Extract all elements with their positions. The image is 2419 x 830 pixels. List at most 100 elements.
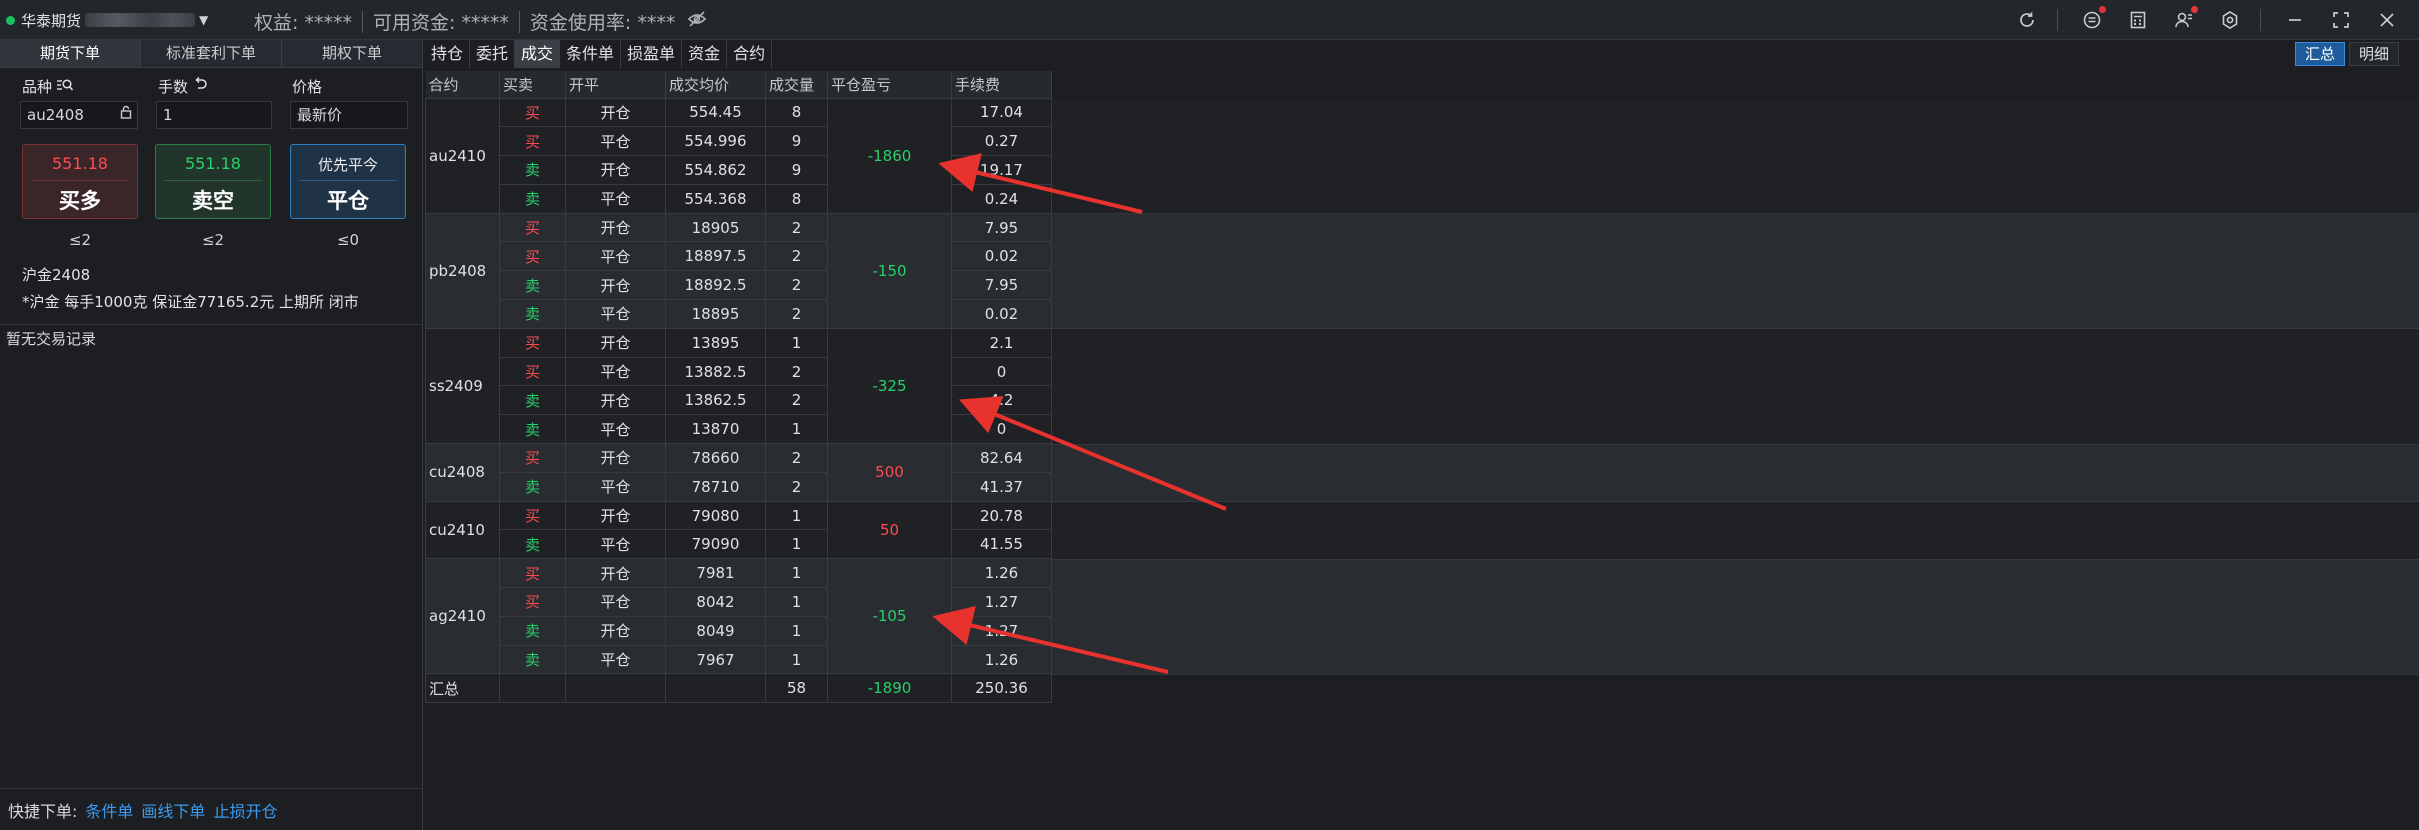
cell-fee: 7.95 — [951, 212, 1052, 243]
col-side[interactable]: 买卖 — [499, 71, 566, 98]
table-row[interactable]: 卖开仓 8049 1 1.27 — [426, 615, 1052, 646]
user-settings-icon[interactable] — [2172, 6, 2198, 32]
cell-avg-price: 18897.5 — [665, 241, 766, 272]
table-row[interactable]: 买平仓 554.996 9 0.27 — [426, 126, 1052, 157]
col-close-pnl[interactable]: 平仓盈亏 — [827, 71, 952, 98]
table-row[interactable]: 买平仓 18897.5 2 0.02 — [426, 241, 1052, 272]
col-contract[interactable]: 合约 — [425, 71, 500, 98]
symbol-input-value: au2408 — [27, 106, 84, 124]
table-row[interactable]: 卖平仓 554.368 8 0.24 — [426, 183, 1052, 214]
table-row[interactable]: 卖开仓 554.862 9 19.17 — [426, 155, 1052, 185]
table-row[interactable]: cu2408 买开仓 78660 2 500 82.64 — [425, 443, 1052, 502]
tab-orders[interactable]: 委托 — [470, 40, 516, 68]
cell-open-close: 开仓 — [565, 327, 666, 358]
tab-conditional-orders[interactable]: 条件单 — [560, 40, 622, 68]
close-icon[interactable] — [2375, 8, 2399, 32]
tab-stop-orders[interactable]: 损盈单 — [621, 40, 683, 68]
cell-side: 买 — [499, 97, 566, 128]
tab-contracts[interactable]: 合约 — [727, 40, 773, 68]
refresh-icon[interactable] — [2015, 8, 2039, 32]
table-row[interactable]: 卖平仓 13870 1 0 — [426, 414, 1052, 445]
minimize-icon[interactable] — [2283, 8, 2307, 32]
close-position-label: 平仓 — [327, 189, 369, 213]
cell-side: 卖 — [499, 270, 566, 301]
window-toolbar — [1993, 6, 2399, 32]
stop-loss-open-link[interactable]: 止损开仓 — [213, 798, 277, 822]
trades-table: 合约 买卖 开平 成交均价 成交量 平仓盈亏 手续费 au2410 买开仓 554.… — [425, 71, 1052, 704]
qty-input[interactable]: 1 — [156, 101, 272, 129]
chevron-down-icon[interactable]: ▼ — [199, 13, 208, 27]
col-avg-price[interactable]: 成交均价 — [665, 71, 766, 98]
cell-side: 买 — [499, 241, 566, 272]
tab-arbitrage-order[interactable]: 标准套利下单 — [141, 40, 282, 67]
row-band — [1050, 502, 2419, 560]
cell-total-pnl: -1890 — [827, 673, 952, 704]
cell-fee: 0.24 — [951, 183, 1052, 214]
price-select[interactable]: 最新价 — [290, 101, 408, 129]
cell-fee: 17.04 — [951, 97, 1052, 128]
buy-long-button[interactable]: 551.18 买多 — [22, 144, 138, 219]
sell-max-qty: ≤2 — [201, 231, 225, 249]
table-row[interactable]: au2410 买开仓 554.45 8 -1860 17.04 — [425, 97, 1052, 214]
table-row[interactable]: cu2410 买开仓 79080 1 50 20.78 — [425, 500, 1052, 560]
table-row[interactable]: pb2408 买开仓 18905 2 -150 7.95 — [425, 212, 1052, 329]
tab-futures-order[interactable]: 期货下单 — [0, 40, 141, 67]
table-row[interactable]: ss2409 买开仓 13895 1 -325 2.1 — [425, 327, 1052, 445]
cell-close-pnl: -1860 — [827, 97, 952, 214]
symbol-input[interactable]: au2408 — [20, 101, 138, 129]
col-volume[interactable]: 成交量 — [765, 71, 828, 98]
detail-view-button[interactable]: 明细 — [2348, 42, 2399, 66]
tab-options-order[interactable]: 期权下单 — [282, 40, 422, 67]
row-band — [1050, 99, 2419, 215]
table-row[interactable]: 买平仓 8042 1 1.27 — [426, 587, 1052, 617]
cell-open-close: 开仓 — [565, 500, 666, 531]
reset-icon[interactable] — [193, 76, 208, 96]
lock-icon[interactable] — [120, 102, 132, 128]
table-row[interactable]: 卖平仓 18895 2 0.02 — [426, 299, 1052, 329]
cell-avg-price: 8049 — [665, 615, 766, 646]
tab-funds[interactable]: 资金 — [682, 40, 728, 68]
calculator-icon[interactable] — [2126, 8, 2150, 32]
cell-side: 卖 — [499, 615, 566, 646]
table-row[interactable]: ag2410 买开仓 7981 1 -105 1.26 — [425, 558, 1052, 675]
equity-label: 权益: ***** — [254, 12, 352, 34]
cell-avg-price: 7967 — [665, 644, 766, 675]
maximize-icon[interactable] — [2329, 8, 2353, 32]
tab-positions[interactable]: 持仓 — [425, 40, 471, 68]
account-selector[interactable]: 华泰期货 ▼ — [6, 10, 208, 30]
cell-total-fee: 250.36 — [951, 673, 1052, 704]
sell-short-button[interactable]: 551.18 卖空 — [155, 144, 271, 219]
table-row[interactable]: 卖平仓 7967 1 1.26 — [426, 644, 1052, 675]
cell-volume: 2 — [765, 270, 828, 301]
cell-side: 买 — [499, 443, 566, 473]
notification-dot — [2191, 6, 2198, 13]
cell-close-pnl: 50 — [827, 500, 952, 560]
close-position-button[interactable]: 优先平今 平仓 — [290, 144, 406, 219]
table-row[interactable]: 卖平仓 78710 2 41.37 — [426, 471, 1052, 502]
divider — [31, 180, 129, 181]
tab-trades[interactable]: 成交 — [515, 40, 561, 68]
cell-contract: au2410 — [425, 97, 500, 214]
cell-total-volume: 58 — [765, 673, 828, 704]
message-icon[interactable] — [2080, 6, 2106, 32]
cell-fee: 0.27 — [951, 126, 1052, 157]
table-row[interactable]: 卖开仓 13862.5 2 4.2 — [426, 385, 1052, 416]
conditional-order-link[interactable]: 条件单 — [85, 798, 133, 822]
cell-open-close: 开仓 — [565, 443, 666, 473]
cell-volume: 1 — [765, 587, 828, 617]
table-row[interactable]: 卖开仓 18892.5 2 7.95 — [426, 270, 1052, 301]
cell-fee: 1.26 — [951, 558, 1052, 589]
cell-volume: 8 — [765, 97, 828, 128]
search-icon[interactable] — [56, 77, 74, 97]
table-row[interactable]: 买平仓 13882.5 2 0 — [426, 356, 1052, 387]
cell-empty — [665, 673, 766, 704]
col-fee[interactable]: 手续费 — [951, 71, 1052, 98]
line-order-link[interactable]: 画线下单 — [141, 798, 205, 822]
table-row[interactable]: 卖平仓 79090 1 41.55 — [426, 529, 1052, 560]
eye-hidden-icon[interactable] — [687, 10, 707, 33]
summary-view-button[interactable]: 汇总 — [2294, 42, 2345, 66]
divider — [361, 10, 363, 33]
gear-icon[interactable] — [2218, 8, 2242, 32]
cell-fee: 0 — [951, 414, 1052, 445]
col-open-close[interactable]: 开平 — [565, 71, 666, 98]
